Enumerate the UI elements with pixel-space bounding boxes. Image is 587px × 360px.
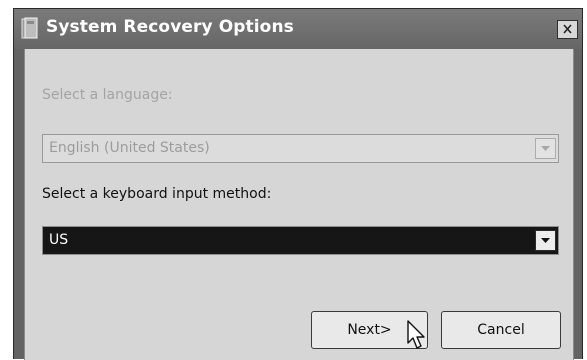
dialog-window: System Recovery Options Select a languag…	[13, 8, 583, 360]
chevron-down-icon	[535, 138, 556, 159]
language-label: Select a language:	[42, 87, 173, 103]
close-button[interactable]	[557, 20, 578, 39]
window-title: System Recovery Options	[46, 17, 294, 37]
keyboard-selected-value[interactable]: US	[49, 232, 68, 248]
next-button[interactable]: Next>	[311, 311, 428, 349]
keyboard-label: Select a keyboard input method:	[42, 186, 272, 202]
language-selected-value: English (United States)	[49, 140, 210, 156]
cancel-button[interactable]: Cancel	[441, 311, 561, 349]
language-dropdown: English (United States)	[42, 134, 559, 163]
keyboard-dropdown[interactable]: US	[42, 226, 559, 255]
title-bar[interactable]: System Recovery Options	[14, 9, 582, 49]
recovery-window-icon	[21, 17, 38, 40]
chevron-down-icon[interactable]	[535, 230, 556, 251]
dialog-content: Select a language: English (United State…	[24, 49, 574, 360]
